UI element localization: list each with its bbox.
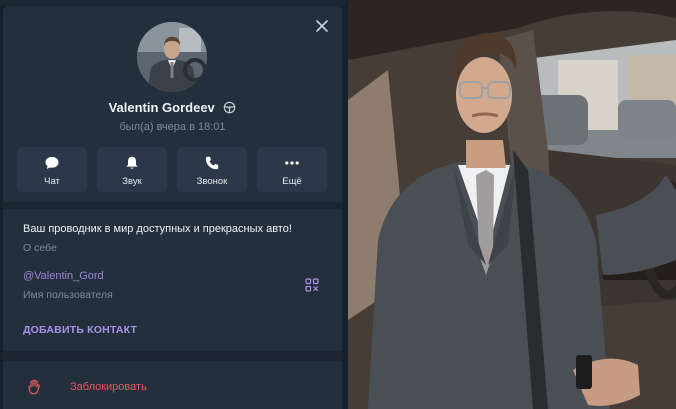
bio-caption: О себе [23,242,57,254]
more-button-label: Ещё [282,176,302,187]
chat-bubble-icon [45,157,59,169]
profile-photo [348,0,676,409]
avatar-photo [137,22,207,92]
more-button[interactable]: Ещё [257,147,327,192]
section-divider [3,351,342,361]
last-seen-status: был(а) вчера в 18:01 [119,121,226,133]
chat-button[interactable]: Чат [17,147,87,192]
username-link[interactable]: @Valentin_Gord [23,270,104,282]
chat-button-label: Чат [44,176,60,187]
bio-text: Ваш проводник в мир доступных и прекрасн… [23,223,292,235]
sound-button-label: Звук [122,176,142,187]
bell-icon [126,156,138,169]
sound-button[interactable]: Звук [97,147,167,192]
profile-photo-preview [348,0,676,409]
section-divider [3,202,342,209]
close-icon [316,20,328,32]
contact-name: Valentin Gordeev [3,100,342,115]
phone-icon [205,156,219,170]
steering-wheel-icon [224,101,236,114]
profile-panel: Valentin Gordeev был(а) вчера в 18:01 Ча… [3,6,342,409]
username-caption: Имя пользователя [23,289,113,301]
qr-code-button[interactable] [305,278,319,292]
block-user-label: Заблокировать [70,381,147,393]
more-dots-icon [285,161,299,165]
qr-code-icon [305,278,319,292]
avatar[interactable] [137,22,207,92]
action-buttons: Чат Звук Звонок Ещё [17,147,327,192]
call-button[interactable]: Звонок [177,147,247,192]
block-user-button[interactable]: Заблокировать [3,361,342,409]
contact-name-text: Valentin Gordeev [108,100,215,115]
call-button-label: Звонок [196,176,228,187]
close-button[interactable] [312,16,332,36]
hand-stop-icon [28,379,40,395]
add-contact-button[interactable]: ДОБАВИТЬ КОНТАКТ [23,324,137,336]
